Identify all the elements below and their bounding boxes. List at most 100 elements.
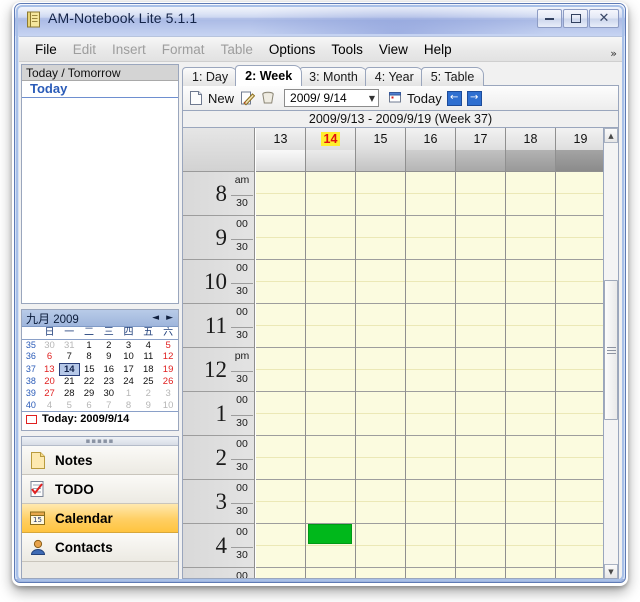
time-slot[interactable] xyxy=(356,260,405,282)
time-slot[interactable] xyxy=(256,326,305,348)
time-slot[interactable] xyxy=(506,194,555,216)
time-slot[interactable] xyxy=(456,194,505,216)
time-slot[interactable] xyxy=(256,282,305,304)
today-button[interactable]: Today xyxy=(388,90,442,106)
time-slot[interactable] xyxy=(556,502,605,524)
time-slot[interactable] xyxy=(406,480,455,502)
time-slot[interactable] xyxy=(306,304,355,326)
day-header[interactable]: 15 xyxy=(356,128,406,150)
all-day-cell[interactable] xyxy=(256,150,306,171)
time-slot[interactable] xyxy=(456,480,505,502)
mini-calendar-day[interactable]: 10 xyxy=(119,351,139,363)
close-button[interactable]: ✕ xyxy=(589,9,619,28)
maximize-button[interactable] xyxy=(563,9,588,28)
time-slot[interactable] xyxy=(506,260,555,282)
time-slot[interactable] xyxy=(256,568,305,578)
tab-year[interactable]: 4: Year xyxy=(364,67,424,86)
time-slot[interactable] xyxy=(456,304,505,326)
day-header[interactable]: 14 xyxy=(306,128,356,150)
time-slot[interactable] xyxy=(256,194,305,216)
time-slot[interactable] xyxy=(456,370,505,392)
time-slot[interactable] xyxy=(406,282,455,304)
time-slot[interactable] xyxy=(306,194,355,216)
time-slot[interactable] xyxy=(256,370,305,392)
time-slot[interactable] xyxy=(306,216,355,238)
nav-item-todo[interactable]: TODO xyxy=(22,475,178,504)
time-slot[interactable] xyxy=(256,480,305,502)
mini-calendar-day[interactable]: 5 xyxy=(158,339,178,351)
all-day-cell[interactable] xyxy=(456,150,506,171)
time-slot[interactable] xyxy=(456,238,505,260)
time-slot[interactable] xyxy=(506,546,555,568)
mini-calendar-day[interactable]: 13 xyxy=(40,363,60,376)
time-slot[interactable] xyxy=(356,348,405,370)
time-slot[interactable] xyxy=(506,216,555,238)
time-slot[interactable] xyxy=(456,458,505,480)
time-slot[interactable] xyxy=(256,524,305,546)
prev-month-icon[interactable]: ◄ xyxy=(152,312,159,325)
nav-splitter-grip[interactable]: ▪▪▪▪▪ xyxy=(22,437,178,446)
time-slot[interactable] xyxy=(556,216,605,238)
time-slot[interactable] xyxy=(356,194,405,216)
day-column[interactable] xyxy=(256,172,306,578)
day-header[interactable]: 19 xyxy=(556,128,606,150)
time-slot[interactable] xyxy=(456,348,505,370)
nav-item-notes[interactable]: Notes xyxy=(22,446,178,475)
day-column[interactable] xyxy=(306,172,356,578)
time-slot[interactable] xyxy=(306,326,355,348)
prev-period-button[interactable]: ← xyxy=(446,90,462,106)
time-slot[interactable] xyxy=(556,326,605,348)
mini-calendar-day[interactable]: 30 xyxy=(99,388,119,400)
time-slot[interactable] xyxy=(406,304,455,326)
mini-calendar-selected-day[interactable]: 14 xyxy=(58,362,80,377)
menu-options[interactable]: Options xyxy=(261,40,324,59)
nav-item-calendar[interactable]: 15 Calendar xyxy=(22,504,178,533)
time-slot[interactable] xyxy=(306,348,355,370)
time-slot[interactable] xyxy=(556,172,605,194)
time-slot[interactable] xyxy=(356,282,405,304)
time-slot[interactable] xyxy=(456,172,505,194)
chevron-down-icon[interactable]: ▼ xyxy=(369,94,375,103)
mini-calendar-day[interactable]: 9 xyxy=(138,400,158,412)
time-slot[interactable] xyxy=(406,568,455,578)
time-slot[interactable] xyxy=(306,568,355,578)
tab-month[interactable]: 3: Month xyxy=(299,67,368,86)
time-slot[interactable] xyxy=(506,502,555,524)
time-slot[interactable] xyxy=(456,546,505,568)
mini-calendar-day[interactable]: 6 xyxy=(79,400,99,412)
time-slot[interactable] xyxy=(356,524,405,546)
time-slot[interactable] xyxy=(556,370,605,392)
time-slot[interactable] xyxy=(306,238,355,260)
day-column[interactable] xyxy=(406,172,456,578)
menu-overflow-icon[interactable]: » xyxy=(610,47,617,60)
time-slot[interactable] xyxy=(406,436,455,458)
mini-calendar-day[interactable]: 8 xyxy=(79,351,99,363)
edit-pencil-icon[interactable] xyxy=(239,90,256,106)
minimize-button[interactable] xyxy=(537,9,562,28)
time-slot[interactable] xyxy=(406,216,455,238)
next-month-icon[interactable]: ► xyxy=(166,312,173,325)
mini-calendar-day[interactable]: 29 xyxy=(79,388,99,400)
time-slot[interactable] xyxy=(306,546,355,568)
all-day-cell[interactable] xyxy=(306,150,356,171)
all-day-cell[interactable] xyxy=(556,150,606,171)
mini-calendar-day[interactable]: 31 xyxy=(59,339,79,351)
vertical-scrollbar[interactable]: ▲ ▼ xyxy=(603,128,618,578)
mini-calendar-day[interactable]: 23 xyxy=(99,376,119,388)
time-slot[interactable] xyxy=(406,326,455,348)
time-slot[interactable] xyxy=(506,392,555,414)
trash-icon[interactable] xyxy=(260,90,276,106)
time-slot[interactable] xyxy=(506,414,555,436)
mini-calendar-day[interactable]: 15 xyxy=(79,363,99,376)
time-slot[interactable] xyxy=(556,304,605,326)
mini-calendar-day[interactable]: 22 xyxy=(79,376,99,388)
mini-calendar-day[interactable]: 24 xyxy=(119,376,139,388)
time-slot[interactable] xyxy=(456,502,505,524)
menu-help[interactable]: Help xyxy=(416,40,460,59)
time-slot[interactable] xyxy=(456,568,505,578)
all-day-cell[interactable] xyxy=(506,150,556,171)
time-slot[interactable] xyxy=(456,436,505,458)
mini-calendar-day[interactable]: 7 xyxy=(99,400,119,412)
calendar-event[interactable] xyxy=(308,524,352,544)
time-slot[interactable] xyxy=(256,216,305,238)
